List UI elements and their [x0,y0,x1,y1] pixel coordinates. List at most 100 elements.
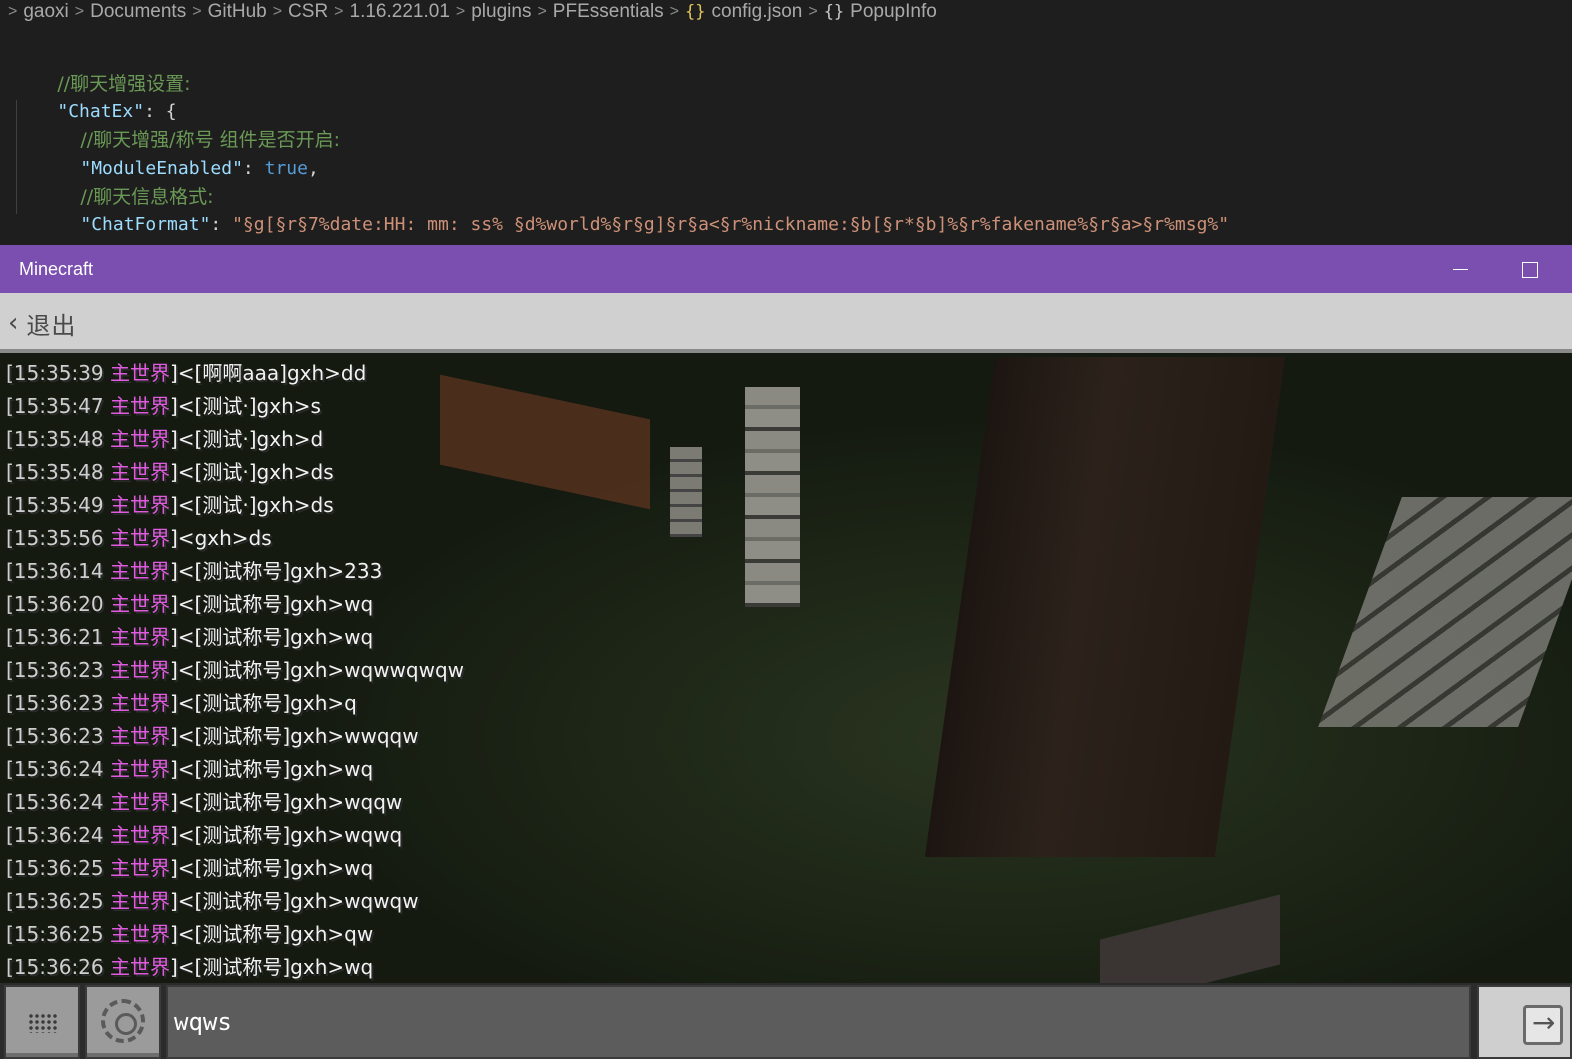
keyboard-icon [28,1013,58,1033]
window-titlebar[interactable]: Minecraft [0,245,1572,293]
chat-timestamp: [15:35:49 [6,493,104,517]
code-line: }, [14,14,79,35]
chat-message-text: wq [344,955,374,979]
chat-message: [15:36:24 主世界]<[测试称号]gxh>wq [0,753,1572,786]
send-arrow-icon [1523,1005,1563,1045]
breadcrumb-item[interactable]: GitHub [208,1,267,23]
chat-title-tag: ]<[测试称号] [170,823,291,847]
chat-world-name: 主世界 [110,427,170,451]
chat-message: [15:35:47 主世界]<[测试·]gxh>s [0,390,1572,423]
maximize-button[interactable] [1506,245,1556,293]
chat-message-text: wqwq [344,823,403,847]
chat-message: [15:35:39 主世界]<[啊啊aaa]gxh>dd [0,357,1572,390]
chat-message-text: ds [310,460,334,484]
chat-world-name: 主世界 [110,691,170,715]
chat-message-text: wqwqw [344,889,419,913]
chat-message: [15:35:49 主世界]<[测试·]gxh>ds [0,489,1572,522]
breadcrumb-symbol[interactable]: {} PopupInfo [824,1,937,23]
chat-nickname: gxh> [256,427,311,451]
chat-nickname: gxh> [256,493,311,517]
breadcrumb-item[interactable]: plugins [471,1,531,23]
code-line: //聊天信息格式: [37,155,213,208]
chat-world-name: 主世界 [110,361,170,385]
json-braces-icon: {} [685,2,706,22]
breadcrumb-item[interactable]: PFEssentials [553,1,664,23]
window-title: Minecraft [19,259,94,279]
chat-message: [15:36:20 主世界]<[测试称号]gxh>wq [0,588,1572,621]
code-line: "ChatEx": { [57,101,177,122]
chevron-right-icon: > [272,3,283,20]
chat-timestamp: [15:36:25 [6,922,104,946]
exit-button[interactable]: ‹ 退出 [8,301,76,345]
keyboard-button[interactable] [4,985,80,1059]
chat-input[interactable]: wqws [166,985,1471,1059]
chevron-right-icon: > [537,3,547,20]
chat-log: [15:35:39 主世界]<[啊啊aaa]gxh>dd [15:35:47 主世… [0,357,1572,984]
chevron-right-icon: > [669,3,680,20]
chat-world-name: 主世界 [110,625,170,649]
chevron-right-icon: > [455,3,466,20]
chat-nickname: gxh> [290,724,345,748]
chat-timestamp: [15:36:20 [6,592,104,616]
breadcrumb-item[interactable]: CSR [288,1,328,23]
chat-message-text: wqqw [344,790,403,814]
chat-world-name: 主世界 [110,889,170,913]
send-button[interactable] [1477,985,1572,1059]
chat-message-text: 233 [344,559,383,583]
chat-world-name: 主世界 [110,724,170,748]
chat-nickname: gxh> [290,625,345,649]
chat-settings-button[interactable] [85,985,161,1059]
chat-title-tag: ]<[测试·] [170,460,257,484]
json-string: "§g[§r§7%date:HH: mm: ss% §d%world%§r§g]… [232,214,1230,235]
chat-title-tag: ]<[测试称号] [170,757,291,781]
chat-message: [15:36:23 主世界]<[测试称号]gxh>wqwwqwqw [0,654,1572,687]
chat-title-tag: ]<[测试称号] [170,592,291,616]
chat-message: [15:36:14 主世界]<[测试称号]gxh>233 [0,555,1572,588]
gear-icon [101,999,145,1043]
chat-nickname: gxh> [290,889,345,913]
minimize-button[interactable] [1436,245,1486,293]
chat-title-tag: ]<[测试称号] [170,889,291,913]
chat-world-name: 主世界 [110,790,170,814]
code-line: "ChatFormat": "§g[§r§7%date:HH: mm: ss% … [80,214,1230,235]
chat-bottombar: wqws [0,983,1572,1059]
exit-label: 退出 [26,311,77,340]
chat-message-text: wq [344,625,374,649]
code-line: //聊天增强/称号 组件是否开启: [37,98,340,151]
chat-nickname: gxh> [256,394,311,418]
chat-message: [15:35:48 主世界]<[测试·]gxh>d [0,423,1572,456]
chat-message-text: qw [344,922,374,946]
breadcrumb-item[interactable]: 1.16.221.01 [350,1,450,23]
breadcrumb-file[interactable]: {} config.json [685,1,802,23]
breadcrumb: > gaoxi > Documents > GitHub > CSR > 1.1… [0,0,1572,24]
chat-message: [15:36:24 主世界]<[测试称号]gxh>wqqw [0,786,1572,819]
chat-world-name: 主世界 [110,658,170,682]
chat-timestamp: [15:35:48 [6,427,104,451]
chat-message: [15:36:25 主世界]<[测试称号]gxh>wqwqw [0,885,1572,918]
chat-timestamp: [15:36:14 [6,559,104,583]
object-braces-icon: {} [823,2,845,22]
chat-world-name: 主世界 [110,955,170,979]
chat-message: [15:36:26 主世界]<[测试称号]gxh>wq [0,951,1572,984]
code-editor[interactable]: > gaoxi > Documents > GitHub > CSR > 1.1… [0,0,1572,245]
breadcrumb-item[interactable]: Documents [90,1,186,23]
json-bool: true [264,158,308,179]
chat-title-tag: ]<[测试称号] [170,625,291,649]
chat-timestamp: [15:35:39 [6,361,104,385]
chat-timestamp: [15:35:48 [6,460,104,484]
code-line: //聊天增强设置: [14,42,190,95]
chat-message: [15:36:23 主世界]<[测试称号]gxh>q [0,687,1572,720]
chat-title-tag: ]<[测试·] [170,394,257,418]
chat-title-tag: ]<[测试·] [170,427,257,451]
chat-timestamp: [15:35:47 [6,394,104,418]
chat-world-name: 主世界 [110,823,170,847]
chat-nickname: gxh> [290,757,345,781]
chevron-right-icon: > [808,3,818,20]
chat-timestamp: [15:35:56 [6,526,104,550]
chat-title-tag: ]<[测试·] [170,493,257,517]
chat-timestamp: [15:36:24 [6,823,104,847]
chat-timestamp: [15:36:24 [6,790,104,814]
chat-world-name: 主世界 [110,493,170,517]
chat-title-tag: ]<[测试称号] [170,922,291,946]
chat-world-name: 主世界 [110,526,170,550]
